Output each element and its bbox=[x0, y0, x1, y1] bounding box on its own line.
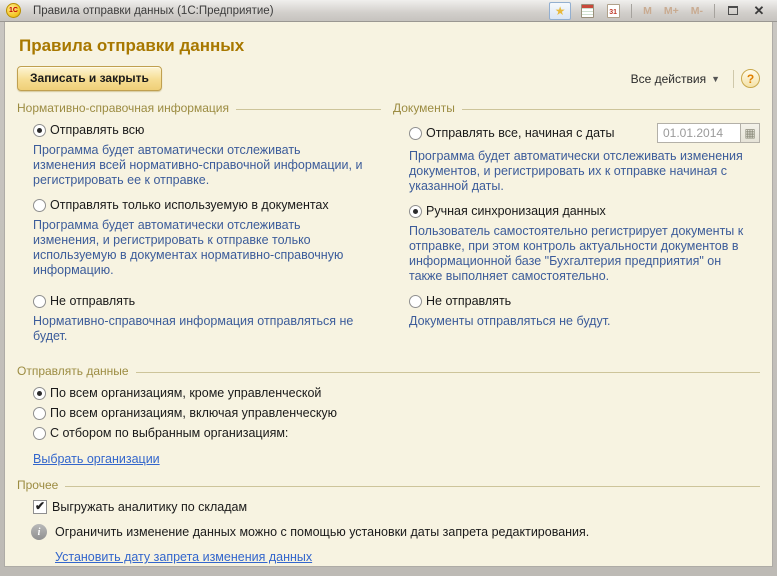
app-window: 1С Правила отправки данных (1С:Предприят… bbox=[0, 0, 777, 511]
section-other-header: Прочее bbox=[17, 478, 760, 492]
radio-label: Отправлять всю bbox=[50, 123, 144, 137]
radio-icon bbox=[33, 427, 46, 440]
maximize-button[interactable] bbox=[723, 2, 743, 20]
all-actions-label: Все действия bbox=[631, 72, 706, 86]
radio-manual-sync[interactable]: Ручная синхронизация данных bbox=[409, 204, 760, 218]
set-prohibition-date-link[interactable]: Установить дату запрета изменения данных bbox=[55, 550, 312, 564]
radio-label: С отбором по выбранным организациям: bbox=[50, 426, 288, 440]
1c-logo-icon: 1С bbox=[6, 3, 21, 18]
all-actions-button[interactable]: Все действия ▼ bbox=[625, 69, 726, 89]
radio-send-all-docs-from-date[interactable]: Отправлять все, начиная с даты 01.01.201… bbox=[409, 123, 760, 143]
radio-selected-orgs-filter[interactable]: С отбором по выбранным организациям: bbox=[33, 426, 760, 440]
radio-label: Отправлять все, начиная с даты bbox=[426, 126, 614, 140]
section-documents-header: Документы bbox=[393, 101, 760, 115]
memory-m-plus-button[interactable]: М+ bbox=[661, 5, 682, 17]
description-text: Программа будет автоматически отслеживат… bbox=[409, 149, 744, 194]
radio-icon bbox=[33, 295, 46, 308]
toolbar-separator bbox=[733, 70, 734, 88]
description-text: Пользователь самостоятельно регистрирует… bbox=[409, 224, 744, 284]
section-other-title: Прочее bbox=[17, 478, 58, 492]
form-area: Правила отправки данных Записать и закры… bbox=[4, 22, 773, 567]
section-send-data-title: Отправлять данные bbox=[17, 364, 129, 378]
form-toolbar: Записать и закрыть Все действия ▼ ? bbox=[17, 66, 760, 91]
section-documents: Документы Отправлять все, начиная с даты… bbox=[393, 101, 760, 354]
titlebar-separator bbox=[631, 4, 632, 18]
radio-label: Не отправлять bbox=[50, 294, 135, 308]
radio-label: По всем организациям, включая управленче… bbox=[50, 406, 337, 420]
window-frame: Правила отправки данных Записать и закры… bbox=[0, 22, 777, 576]
favorites-star-icon[interactable]: ★ bbox=[549, 2, 571, 20]
radio-icon bbox=[409, 295, 422, 308]
checkbox-icon: ✔ bbox=[33, 500, 47, 514]
description-text: Документы отправляться не будут. bbox=[409, 314, 744, 329]
checkbox-label: Выгружать аналитику по складам bbox=[52, 500, 247, 514]
radio-icon bbox=[33, 124, 46, 137]
help-button[interactable]: ? bbox=[741, 69, 760, 88]
titlebar: 1С Правила отправки данных (1С:Предприят… bbox=[0, 0, 777, 22]
memory-m-minus-button[interactable]: М- bbox=[688, 5, 706, 17]
titlebar-separator bbox=[714, 4, 715, 18]
radio-send-used-nsi[interactable]: Отправлять только используемую в докумен… bbox=[33, 198, 381, 212]
description-text: Нормативно-справочная информация отправл… bbox=[33, 314, 365, 344]
section-nsi-title: Нормативно-справочная информация bbox=[17, 101, 229, 115]
calendar-icon[interactable]: 31 bbox=[603, 2, 623, 20]
calculator-icon[interactable] bbox=[577, 2, 597, 20]
start-date-field[interactable]: 01.01.2014 bbox=[657, 123, 741, 143]
radio-no-send-nsi[interactable]: Не отправлять bbox=[33, 294, 381, 308]
radio-label: Отправлять только используемую в докумен… bbox=[50, 198, 329, 212]
radio-icon bbox=[33, 387, 46, 400]
radio-icon bbox=[409, 205, 422, 218]
description-text: Программа будет автоматически отслеживат… bbox=[33, 143, 365, 188]
info-icon: i bbox=[31, 524, 47, 540]
close-button[interactable]: ✕ bbox=[749, 2, 769, 20]
section-send-data-header: Отправлять данные bbox=[17, 364, 760, 378]
info-note: i Ограничить изменение данных можно с по… bbox=[31, 524, 760, 540]
save-and-close-button[interactable]: Записать и закрыть bbox=[17, 66, 162, 91]
section-nsi-header: Нормативно-справочная информация bbox=[17, 101, 381, 115]
radio-icon bbox=[33, 199, 46, 212]
chevron-down-icon: ▼ bbox=[711, 74, 720, 84]
radio-send-all-nsi[interactable]: Отправлять всю bbox=[33, 123, 381, 137]
memory-m-button[interactable]: М bbox=[640, 5, 655, 17]
window-title: Правила отправки данных (1С:Предприятие) bbox=[33, 5, 274, 17]
page-title: Правила отправки данных bbox=[19, 36, 760, 56]
radio-all-orgs-including-management[interactable]: По всем организациям, включая управленче… bbox=[33, 406, 760, 420]
checkbox-export-warehouse-analytics[interactable]: ✔ Выгружать аналитику по складам bbox=[33, 500, 760, 514]
radio-icon bbox=[409, 127, 422, 140]
radio-label: Не отправлять bbox=[426, 294, 511, 308]
radio-label: По всем организациям, кроме управленческ… bbox=[50, 386, 321, 400]
radio-no-send-docs[interactable]: Не отправлять bbox=[409, 294, 760, 308]
radio-icon bbox=[33, 407, 46, 420]
info-text: Ограничить изменение данных можно с помо… bbox=[55, 525, 589, 539]
section-documents-title: Документы bbox=[393, 101, 455, 115]
section-send-data: Отправлять данные По всем организациям, … bbox=[17, 364, 760, 468]
description-text: Программа будет автоматически отслеживат… bbox=[33, 218, 365, 278]
section-nsi: Нормативно-справочная информация Отправл… bbox=[17, 101, 381, 354]
radio-all-orgs-except-management[interactable]: По всем организациям, кроме управленческ… bbox=[33, 386, 760, 400]
date-picker-button[interactable]: ▦ bbox=[741, 123, 760, 143]
choose-organizations-link[interactable]: Выбрать организации bbox=[33, 452, 160, 466]
radio-label: Ручная синхронизация данных bbox=[426, 204, 606, 218]
section-other: Прочее ✔ Выгружать аналитику по складам … bbox=[17, 478, 760, 566]
